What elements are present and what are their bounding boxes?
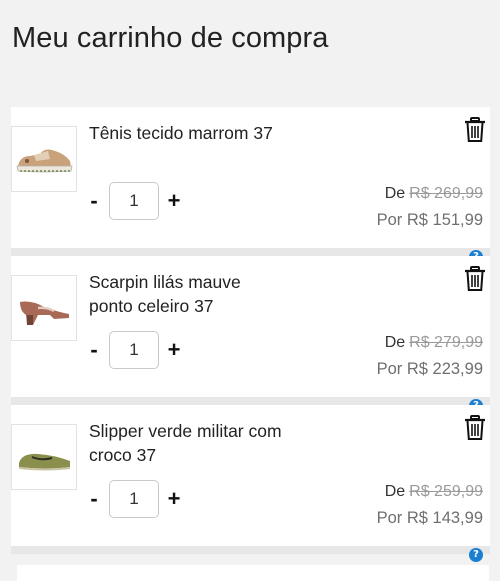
original-price: De R$ 269,99 — [385, 185, 483, 203]
cart-item: Scarpin lilás mauve ponto celeiro 37 - +… — [11, 256, 490, 413]
slipper-image — [19, 453, 70, 471]
original-price: De R$ 279,99 — [385, 334, 483, 352]
sale-price: Por R$ 223,99 — [376, 360, 483, 378]
product-name[interactable]: Tênis tecido marrom 37 — [89, 121, 289, 145]
quantity-input[interactable] — [109, 182, 159, 220]
sale-price: Por R$ 151,99 — [376, 211, 483, 229]
sale-price: Por R$ 143,99 — [376, 509, 483, 527]
original-price-value: R$ 259,99 — [409, 483, 483, 500]
product-name[interactable]: Scarpin lilás mauve ponto celeiro 37 — [89, 270, 289, 318]
page-title: Meu carrinho de compra — [12, 22, 329, 54]
quantity-input[interactable] — [109, 331, 159, 369]
product-image[interactable] — [11, 275, 77, 341]
trash-icon[interactable] — [464, 266, 486, 292]
product-name[interactable]: Slipper verde militar com croco 37 — [89, 419, 289, 467]
trash-icon[interactable] — [464, 117, 486, 143]
decrement-button[interactable]: - — [87, 488, 101, 510]
trash-icon[interactable] — [464, 415, 486, 441]
quantity-stepper: - + — [87, 181, 181, 221]
increment-button[interactable]: + — [167, 190, 181, 212]
decrement-button[interactable]: - — [87, 339, 101, 361]
original-price: De R$ 259,99 — [385, 483, 483, 501]
order-summary-card — [17, 565, 489, 581]
increment-button[interactable]: + — [167, 339, 181, 361]
original-price-value: R$ 279,99 — [409, 334, 483, 351]
original-price-value: R$ 269,99 — [409, 185, 483, 202]
quantity-input[interactable] — [109, 480, 159, 518]
original-price-prefix: De — [384, 483, 406, 500]
decrement-button[interactable]: - — [87, 190, 101, 212]
cart-item: Tênis tecido marrom 37 - + DeR$ 269,99 P… — [11, 107, 490, 264]
quantity-stepper: - + — [87, 479, 181, 519]
product-image[interactable] — [11, 424, 77, 490]
cart-list: Tênis tecido marrom 37 - + DeR$ 269,99 P… — [11, 107, 490, 562]
increment-button[interactable]: + — [167, 488, 181, 510]
sneaker-image — [16, 149, 73, 173]
product-image[interactable] — [11, 126, 77, 192]
original-price-prefix: De — [384, 334, 406, 351]
pump-shoe-image — [20, 301, 69, 325]
original-price-prefix: De — [384, 185, 406, 202]
question-icon[interactable]: ? — [469, 548, 483, 562]
cart-item: Slipper verde militar com croco 37 - + D… — [11, 405, 490, 562]
quantity-stepper: - + — [87, 330, 181, 370]
